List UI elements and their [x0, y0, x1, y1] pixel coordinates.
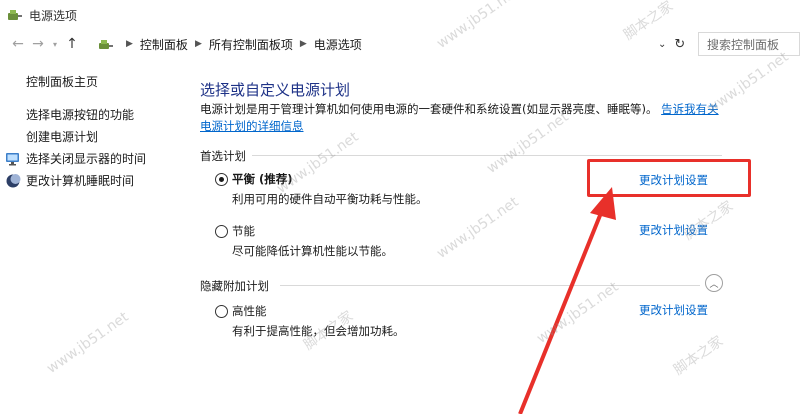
sidebar-item-label: 更改计算机睡眠时间 — [26, 174, 135, 188]
change-plan-settings-high-performance[interactable]: 更改计划设置 — [639, 302, 708, 318]
plan-desc: 尽可能降低计算机性能以节能。 — [232, 244, 393, 258]
watermark: www.jb51.net — [434, 194, 522, 262]
back-arrow-icon[interactable]: ← — [8, 33, 28, 55]
recent-dropdown-icon[interactable]: ▾ — [48, 33, 62, 55]
breadcrumb: ▶ 控制面板 ▶ 所有控制面板项 ▶ 电源选项 — [119, 36, 362, 53]
annotation-arrow-icon — [518, 187, 616, 414]
window-title: 电源选项 — [29, 8, 78, 23]
breadcrumb-power-options[interactable]: 电源选项 — [314, 36, 362, 53]
radio-high-performance[interactable] — [215, 304, 228, 318]
address-controls: ⌄ ↻ — [658, 32, 685, 56]
plan-name: 高性能 — [232, 304, 267, 318]
plan-power-saver: 节能 尽可能降低计算机性能以节能。 — [215, 223, 393, 259]
forward-arrow-icon[interactable]: → — [28, 33, 48, 55]
collapse-chevron-icon[interactable]: ︿ — [705, 274, 723, 292]
address-dropdown-icon[interactable]: ⌄ — [658, 39, 666, 50]
plan-balanced: 平衡 (推荐) 利用可用的硬件自动平衡功耗与性能。 — [215, 171, 428, 207]
refresh-icon[interactable]: ↻ — [674, 37, 685, 52]
monitor-icon — [5, 151, 21, 167]
description-text: 电源计划是用于管理计算机如何使用电源的一套硬件和系统设置(如显示器亮度、睡眠等)… — [200, 102, 658, 116]
plan-desc: 利用可用的硬件自动平衡功耗与性能。 — [232, 192, 428, 206]
breadcrumb-chevron-icon[interactable]: ▶ — [300, 39, 307, 49]
control-panel-icon — [97, 35, 115, 53]
watermark: 脚本之家 — [671, 333, 727, 379]
sidebar-item-label: 选择电源按钮的功能 — [26, 108, 135, 122]
sidebar-item-sleep-time[interactable]: 更改计算机睡眠时间 — [5, 172, 134, 189]
sidebar-item-label: 创建电源计划 — [26, 130, 99, 144]
sidebar-item-control-panel-home[interactable]: 控制面板主页 — [26, 73, 98, 90]
change-plan-settings-power-saver[interactable]: 更改计划设置 — [639, 222, 708, 238]
address-bar[interactable]: ▶ 控制面板 ▶ 所有控制面板项 ▶ 电源选项 — [96, 32, 694, 56]
up-arrow-icon[interactable]: ↑ — [62, 33, 82, 55]
search-placeholder: 搜索控制面板 — [707, 37, 780, 52]
sidebar-item-label: 选择关闭显示器的时间 — [26, 152, 147, 166]
page-title: 选择或自定义电源计划 — [200, 81, 351, 99]
radio-power-saver[interactable] — [215, 224, 228, 238]
plan-name: 节能 — [232, 224, 255, 238]
plan-high-performance: 高性能 有利于提高性能，但会增加功耗。 — [215, 303, 405, 339]
plan-name: 平衡 (推荐) — [232, 172, 293, 186]
breadcrumb-chevron-icon[interactable]: ▶ — [195, 39, 202, 49]
moon-icon — [5, 173, 21, 189]
sidebar-item-power-button[interactable]: 选择电源按钮的功能 — [26, 106, 134, 123]
plan-desc: 有利于提高性能，但会增加功耗。 — [232, 324, 405, 338]
hidden-plans-label: 隐藏附加计划 — [200, 279, 269, 293]
preferred-plans-label: 首选计划 — [200, 149, 246, 163]
radio-balanced[interactable] — [215, 172, 228, 186]
breadcrumb-all-items[interactable]: 所有控制面板项 — [209, 36, 293, 53]
annotation-highlight-box — [587, 159, 751, 197]
watermark: www.jb51.net — [534, 279, 622, 347]
page-description: 电源计划是用于管理计算机如何使用电源的一套硬件和系统设置(如显示器亮度、睡眠等)… — [200, 101, 720, 135]
sidebar-item-label: 控制面板主页 — [26, 75, 99, 89]
section-divider — [252, 155, 722, 156]
section-divider — [280, 285, 700, 286]
sidebar-item-create-plan[interactable]: 创建电源计划 — [26, 128, 98, 145]
breadcrumb-chevron-icon[interactable]: ▶ — [126, 39, 133, 49]
sidebar-item-display-off-time[interactable]: 选择关闭显示器的时间 — [5, 150, 146, 167]
title-bar: 电源选项 — [0, 0, 800, 30]
power-options-icon — [7, 7, 23, 23]
breadcrumb-control-panel[interactable]: 控制面板 — [140, 36, 188, 53]
search-input[interactable]: 搜索控制面板 — [698, 32, 800, 56]
watermark: www.jb51.net — [44, 309, 132, 377]
